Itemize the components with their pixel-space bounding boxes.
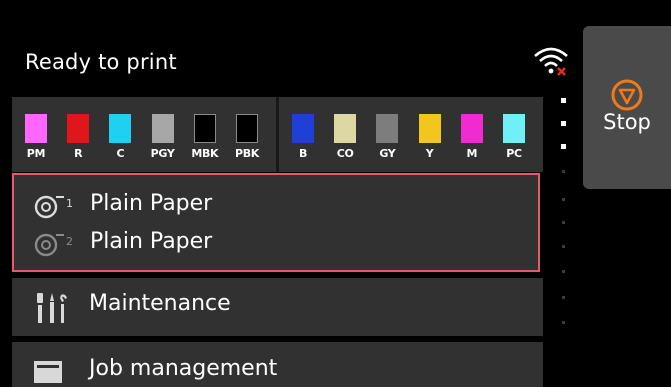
ink-label: M xyxy=(466,147,478,160)
ink-y: Y xyxy=(417,114,447,170)
status-title: Ready to print xyxy=(25,50,177,74)
ink-label: PBK xyxy=(234,147,260,160)
ink-label: CO xyxy=(336,147,354,160)
ink-r: R xyxy=(65,114,95,170)
ink-label: R xyxy=(74,147,83,160)
page-dot xyxy=(562,170,565,173)
ink-label: PC xyxy=(506,147,522,160)
ink-label: Y xyxy=(425,147,434,160)
ink-swatch xyxy=(151,114,174,143)
page-dot xyxy=(562,198,565,201)
job-management-label: Job management xyxy=(89,356,278,381)
maintenance-icon xyxy=(37,293,67,323)
roll-1-paper: Plain Paper xyxy=(90,191,213,216)
ink-swatch xyxy=(460,114,483,143)
roll-1-icon: 1 xyxy=(34,195,73,219)
svg-text:2: 2 xyxy=(66,235,73,248)
maintenance-label: Maintenance xyxy=(89,291,231,316)
ink-pbk: PBK xyxy=(234,114,264,170)
ink-level-panel[interactable]: PM R C PGY MBK PBK B CO GY Y M PC xyxy=(12,97,543,172)
paper-settings-panel[interactable]: 1 Plain Paper 2 Plain Paper xyxy=(12,173,540,272)
ink-pm: PM xyxy=(23,114,53,170)
ink-swatch xyxy=(418,114,441,143)
ink-swatch xyxy=(334,114,357,143)
page-dot xyxy=(562,221,565,224)
ink-label: PGY xyxy=(150,147,175,160)
maintenance-item[interactable]: Maintenance xyxy=(12,278,543,336)
page-dot xyxy=(562,245,565,248)
roll-1-row[interactable]: 1 Plain Paper xyxy=(34,189,524,223)
ink-mbk: MBK xyxy=(191,114,222,170)
page-dot xyxy=(562,296,565,299)
ink-swatch xyxy=(236,114,258,143)
svg-text:1: 1 xyxy=(66,197,73,210)
ink-pgy: PGY xyxy=(150,114,180,170)
ink-label: PM xyxy=(26,147,46,160)
job-management-item[interactable]: Job management xyxy=(12,342,543,387)
ink-label: B xyxy=(298,147,308,160)
ink-swatch xyxy=(376,114,399,143)
page-dot xyxy=(561,121,566,126)
ink-swatch xyxy=(193,114,216,143)
ink-swatch xyxy=(292,114,314,143)
ink-swatch xyxy=(25,114,47,143)
ink-label: C xyxy=(116,147,125,160)
roll-2-row[interactable]: 2 Plain Paper xyxy=(34,227,524,261)
ink-label: MBK xyxy=(191,147,219,160)
page-dot xyxy=(562,321,565,324)
page-dot xyxy=(561,144,566,149)
stop-button[interactable]: Stop xyxy=(583,26,671,189)
wifi-error-icon xyxy=(534,47,568,76)
ink-panel-divider xyxy=(276,97,279,172)
ink-co: CO xyxy=(332,114,362,170)
ink-c: C xyxy=(107,114,137,170)
ink-label: GY xyxy=(379,147,396,160)
ink-m: M xyxy=(459,114,489,170)
stop-icon xyxy=(611,79,643,111)
ink-swatch xyxy=(67,114,90,143)
ink-b: B xyxy=(290,114,320,170)
stop-label: Stop xyxy=(603,110,651,134)
page-dot xyxy=(561,98,566,103)
job-management-icon xyxy=(34,361,62,383)
ink-swatch xyxy=(109,114,132,143)
roll-2-paper: Plain Paper xyxy=(90,229,213,254)
roll-2-icon: 2 xyxy=(34,233,73,257)
ink-gy: GY xyxy=(374,114,404,170)
ink-swatch xyxy=(503,114,525,143)
page-dot xyxy=(562,270,565,273)
printer-screen: Ready to print Stop PM R C PGY MBK PBK B CO GY Y M… xyxy=(0,0,671,387)
ink-pc: PC xyxy=(501,114,531,170)
